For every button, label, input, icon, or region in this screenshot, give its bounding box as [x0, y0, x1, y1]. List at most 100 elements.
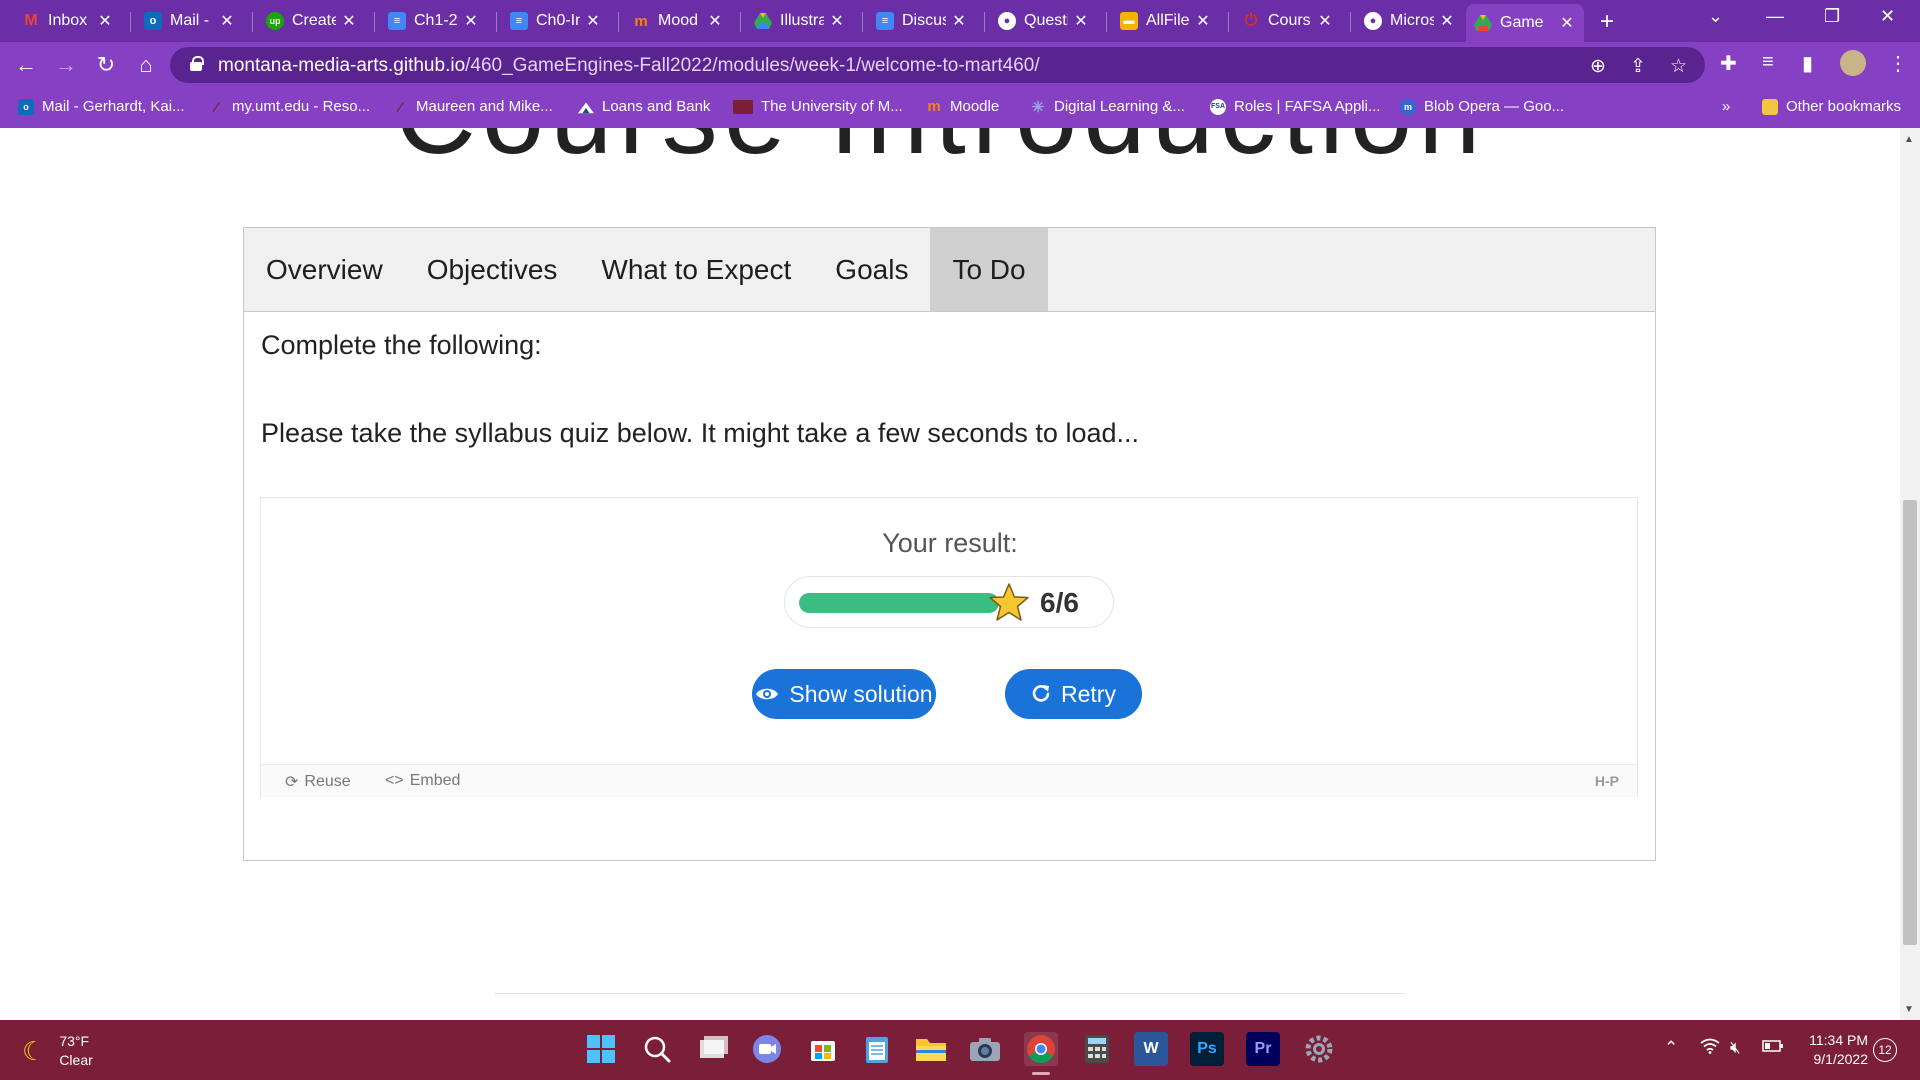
scroll-thumb[interactable]	[1903, 500, 1917, 945]
clock-date: 9/1/2022	[1813, 1051, 1869, 1067]
bookmark-maureen[interactable]: ⁄ Maureen and Mike...	[392, 98, 553, 115]
back-icon[interactable]: ←	[12, 52, 40, 78]
calculator-icon[interactable]	[1080, 1032, 1114, 1066]
tab-game-active[interactable]: Game ✕	[1466, 4, 1584, 42]
close-icon[interactable]: ✕	[1072, 11, 1090, 31]
drive-icon	[1474, 14, 1492, 32]
embed-button[interactable]: <> Embed	[385, 772, 460, 790]
bookmark-star-icon[interactable]: ☆	[1670, 55, 1687, 78]
tab-microsoft[interactable]: ● Micros ✕	[1356, 6, 1464, 36]
close-icon[interactable]: ✕	[1558, 13, 1576, 33]
close-icon[interactable]: ✕	[462, 11, 480, 31]
media-icon[interactable]: ≡	[1762, 51, 1774, 74]
profile-avatar[interactable]	[1840, 50, 1866, 76]
close-icon[interactable]: ✕	[1438, 11, 1456, 31]
task-view-icon[interactable]	[696, 1032, 730, 1066]
tab-objectives[interactable]: Objectives	[405, 228, 580, 311]
weather-widget[interactable]: ☾ 73°F Clear	[22, 1032, 93, 1070]
tab-course[interactable]: ⏻ Cours ✕	[1234, 6, 1342, 36]
show-hidden-icons[interactable]: ⌃	[1664, 1038, 1678, 1058]
forward-icon[interactable]: →	[52, 52, 80, 78]
tab-to-do[interactable]: To Do	[930, 228, 1048, 311]
side-panel-icon[interactable]: ▮	[1802, 51, 1813, 76]
close-icon[interactable]: ✕	[340, 11, 358, 31]
tab-label: Mail -	[170, 12, 210, 29]
new-tab-button[interactable]: +	[1600, 8, 1614, 36]
menu-icon[interactable]: ⋮	[1888, 51, 1908, 76]
tab-goals[interactable]: Goals	[813, 228, 930, 311]
url-text[interactable]: montana-media-arts.github.io/460_GameEng…	[218, 55, 1040, 77]
battery-icon[interactable]	[1762, 1038, 1784, 1058]
close-icon[interactable]: ✕	[706, 11, 724, 31]
close-icon[interactable]: ✕	[1316, 11, 1334, 31]
tab-what-to-expect[interactable]: What to Expect	[579, 228, 813, 311]
wifi-icon[interactable]	[1700, 1038, 1720, 1059]
close-icon[interactable]: ✕	[1194, 11, 1212, 31]
show-solution-button[interactable]: Show solution	[752, 669, 936, 719]
retry-button[interactable]: Retry	[1005, 669, 1142, 719]
reload-icon[interactable]: ↻	[92, 52, 120, 78]
bookmark-digital-learning[interactable]: ✳ Digital Learning &...	[1030, 98, 1185, 116]
settings-icon[interactable]	[1302, 1032, 1336, 1066]
close-window-icon[interactable]: ✕	[1880, 6, 1895, 27]
premiere-icon[interactable]: Pr	[1246, 1032, 1280, 1066]
bookmark-fafsa[interactable]: FSA Roles | FAFSA Appli...	[1210, 98, 1380, 115]
bookmark-moodle[interactable]: m Moodle	[926, 98, 999, 115]
close-icon[interactable]: ✕	[584, 11, 602, 31]
volume-muted-icon[interactable]: 🔇︎	[1730, 1038, 1741, 1058]
close-icon[interactable]: ✕	[218, 11, 236, 31]
zoom-icon[interactable]: ⊕	[1590, 55, 1606, 78]
search-icon[interactable]	[640, 1032, 674, 1066]
close-icon[interactable]: ✕	[950, 11, 968, 31]
bookmark-umt[interactable]: The University of M...	[733, 98, 903, 115]
tab-discussion[interactable]: ≡ Discus ✕	[868, 6, 976, 36]
chrome-icon[interactable]	[1024, 1032, 1058, 1066]
tab-moodle[interactable]: m Mood ✕	[624, 6, 732, 36]
tab-questions[interactable]: ● Questi ✕	[990, 6, 1098, 36]
word-icon[interactable]: W	[1134, 1032, 1168, 1066]
windows-start-icon[interactable]	[584, 1032, 618, 1066]
arts-icon: m	[1400, 98, 1416, 115]
minimize-icon[interactable]: —	[1766, 6, 1784, 27]
notification-badge[interactable]: 12	[1873, 1038, 1897, 1062]
system-clock[interactable]: 11:34 PM 9/1/2022	[1790, 1031, 1868, 1069]
umt-flag-icon	[733, 99, 753, 114]
zoom-app-icon[interactable]	[750, 1032, 784, 1066]
microsoft-store-icon[interactable]	[806, 1032, 840, 1066]
tab-ch1-2[interactable]: ≡ Ch1-2 ✕	[380, 6, 488, 36]
close-icon[interactable]: ✕	[828, 11, 846, 31]
bookmark-mail[interactable]: o Mail - Gerhardt, Kai...	[18, 98, 185, 115]
bookmark-my-umt[interactable]: ⁄ my.umt.edu - Reso...	[208, 98, 370, 115]
tab-overview[interactable]: Overview	[244, 228, 405, 311]
tab-ch0-in[interactable]: ≡ Ch0-In ✕	[502, 6, 610, 36]
bookmark-blob-opera[interactable]: m Blob Opera — Goo...	[1400, 98, 1564, 115]
other-bookmarks[interactable]: Other bookmarks	[1762, 98, 1901, 115]
tab-illustrated[interactable]: Illustra ✕	[746, 6, 854, 36]
scroll-up-icon[interactable]: ▲	[1904, 134, 1914, 145]
tab-mail[interactable]: o Mail - ✕	[136, 6, 244, 36]
restore-icon[interactable]: ❐	[1824, 6, 1840, 27]
extensions-icon[interactable]: ✚	[1720, 51, 1737, 76]
tab-search-icon[interactable]: ⌄	[1708, 6, 1723, 27]
scroll-down-icon[interactable]: ▼	[1904, 1004, 1914, 1015]
embed-icon: <>	[385, 772, 404, 789]
tab-create[interactable]: up Create ✕	[258, 6, 366, 36]
home-icon[interactable]: ⌂	[132, 52, 160, 78]
file-explorer-icon[interactable]	[914, 1032, 948, 1066]
h5p-logo[interactable]: H-P	[1595, 773, 1619, 789]
camera-icon[interactable]	[968, 1032, 1002, 1066]
docs-icon: ≡	[510, 12, 528, 30]
bookmarks-overflow-button[interactable]: »	[1722, 98, 1730, 115]
bookmark-loans[interactable]: Loans and Bank	[578, 98, 710, 115]
photoshop-icon[interactable]: Ps	[1190, 1032, 1224, 1066]
address-bar[interactable]: montana-media-arts.github.io/460_GameEng…	[170, 47, 1705, 83]
tab-inbox[interactable]: M Inbox ✕	[14, 6, 122, 36]
share-icon[interactable]: ⇪	[1630, 55, 1646, 78]
notepad-icon[interactable]	[860, 1032, 894, 1066]
umt-icon: ⁄	[398, 98, 402, 115]
docs-icon: ≡	[388, 12, 406, 30]
reuse-button[interactable]: ⟳ Reuse	[285, 772, 351, 792]
tab-allfiles[interactable]: ▬ AllFile ✕	[1112, 6, 1220, 36]
close-icon[interactable]: ✕	[96, 11, 114, 31]
tab-label: Inbox	[48, 12, 88, 29]
